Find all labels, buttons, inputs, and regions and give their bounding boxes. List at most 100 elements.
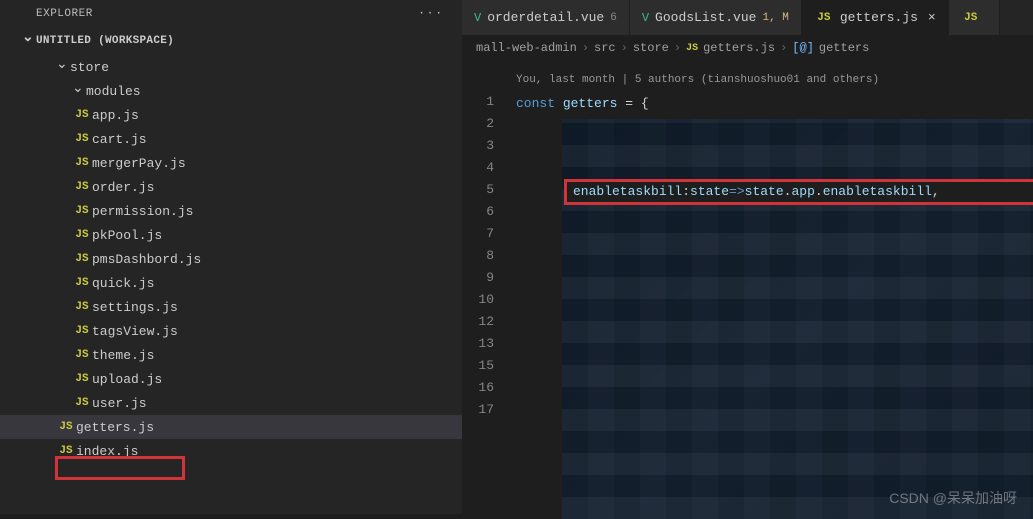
vue-icon: V [474,11,481,25]
file-item[interactable]: JSquick.js [0,271,462,295]
line-number: 6 [462,201,494,223]
tab-badge: 6 [610,12,617,24]
file-label: cart.js [92,132,147,147]
workspace-title: UNTITLED (WORKSPACE) [36,35,174,47]
editor-body[interactable]: 12345678910 1213 151617 You, last month … [462,61,1033,514]
breadcrumb-part[interactable]: getters.js [703,41,775,55]
editor-tab[interactable]: Vorderdetail.vue 6 [462,0,630,35]
tab-label: GoodsList.vue [655,10,756,25]
file-item[interactable]: JScart.js [0,127,462,151]
code-area[interactable]: You, last month | 5 authors (tianshuoshu… [512,61,1033,514]
js-icon: JS [56,421,76,433]
folder-modules[interactable]: modules [0,79,462,103]
file-label: mergerPay.js [92,156,186,171]
line-number: 8 [462,245,494,267]
editor-tab[interactable]: JS [949,0,1000,35]
line-number: 10 [462,289,494,311]
file-label: permission.js [92,204,193,219]
breadcrumb-part[interactable]: mall-web-admin [476,41,577,55]
js-icon: JS [72,205,92,217]
js-icon: JS [72,133,92,145]
chevron-right-icon: › [674,41,681,55]
file-label: upload.js [92,372,162,387]
line-number: 9 [462,267,494,289]
tab-label: getters.js [840,10,918,25]
codelens[interactable]: You, last month | 5 authors (tianshuoshu… [512,69,1033,91]
workspace-header[interactable]: UNTITLED (WORKSPACE) [0,28,462,53]
editor-pane: Vorderdetail.vue 6 V GoodsList.vue 1, M JS get… [462,0,1033,514]
line-number: 4 [462,157,494,179]
explorer-header: EXPLORER ··· [0,0,462,28]
breadcrumb-part[interactable]: getters [819,41,869,55]
chevron-right-icon: › [780,41,787,55]
line-number: 13 [462,333,494,355]
file-label: pkPool.js [92,228,162,243]
file-item[interactable]: JSsettings.js [0,295,462,319]
chevron-down-icon [22,32,36,49]
js-icon: JS [72,181,92,193]
breadcrumb-part[interactable]: store [633,41,669,55]
chevron-down-icon [56,59,70,76]
file-item[interactable]: JSupload.js [0,367,462,391]
js-icon: JS [72,157,92,169]
file-label: app.js [92,108,139,123]
chevron-down-icon [72,83,86,100]
js-icon: JS [72,109,92,121]
symbol-icon: [@] [792,41,814,55]
code-line-1[interactable]: const getters = { [512,93,1033,115]
js-icon: JS [72,397,92,409]
js-icon: JS [72,349,92,361]
line-number: 3 [462,135,494,157]
file-label: quick.js [92,276,154,291]
file-item[interactable]: JSpkPool.js [0,223,462,247]
file-item[interactable]: JSpmsDashbord.js [0,247,462,271]
editor-tab[interactable]: JSgetters.js× [802,0,949,35]
file-item[interactable]: JSmergerPay.js [0,151,462,175]
js-icon: JS [961,12,981,24]
js-icon: JS [72,301,92,313]
js-icon: JS [56,445,76,457]
file-item[interactable]: JSpermission.js [0,199,462,223]
file-item[interactable]: JStheme.js [0,343,462,367]
more-icon[interactable]: ··· [418,8,444,20]
file-label: settings.js [92,300,178,315]
file-label: pmsDashbord.js [92,252,201,267]
tab-label: orderdetail.vue [487,10,604,25]
line-number: 7 [462,223,494,245]
explorer-sidebar: EXPLORER ··· UNTITLED (WORKSPACE) store … [0,0,462,514]
file-item[interactable]: JSorder.js [0,175,462,199]
chevron-right-icon: › [621,41,628,55]
folder-store[interactable]: store [0,55,462,79]
tab-badge: 1, M [762,12,788,24]
file-label: order.js [92,180,154,195]
file-item[interactable]: JStagsView.js [0,319,462,343]
js-icon: JS [72,253,92,265]
file-item[interactable]: JSindex.js [0,439,462,463]
file-tree: store modules JSapp.jsJScart.jsJSmergerP… [0,53,462,463]
watermark: CSDN @呆呆加油呀 [889,488,1017,508]
file-item[interactable]: JSapp.js [0,103,462,127]
editor-tab[interactable]: V GoodsList.vue 1, M [630,0,802,35]
breadcrumbs[interactable]: mall-web-admin › src › store › JS getter… [462,35,1033,61]
editor-tabs: Vorderdetail.vue 6 V GoodsList.vue 1, M JS get… [462,0,1033,35]
js-icon: JS [72,373,92,385]
explorer-title: EXPLORER [36,8,93,20]
line-number: 15 [462,355,494,377]
file-label: index.js [76,444,138,459]
js-icon: JS [72,277,92,289]
line-number: 17 [462,399,494,421]
breadcrumb-part[interactable]: src [594,41,616,55]
line-number: 16 [462,377,494,399]
file-item[interactable]: JSuser.js [0,391,462,415]
vue-icon: V [642,11,649,25]
js-icon: JS [686,43,698,54]
line-number: 12 [462,311,494,333]
file-label: theme.js [92,348,154,363]
js-icon: JS [72,325,92,337]
close-icon[interactable]: × [928,10,936,25]
highlighted-code-line[interactable]: enabletaskbill: state => state.app.enabl… [564,179,1033,205]
line-number: 1 [462,91,494,113]
file-item[interactable]: JSgetters.js [0,415,462,439]
line-number: 5 [462,179,494,201]
js-icon: JS [72,229,92,241]
